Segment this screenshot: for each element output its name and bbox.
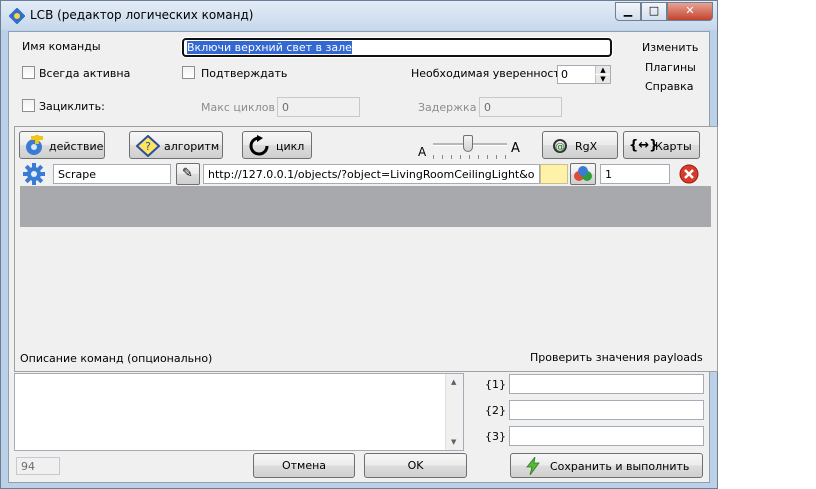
confidence-label: Необходимая уверенность — [411, 67, 567, 80]
payload-3-label: {3} — [485, 430, 506, 443]
maps-label: Карты — [655, 140, 692, 153]
svg-text:?: ? — [145, 140, 151, 153]
command-list: ✎ — [20, 162, 711, 227]
title-bar[interactable]: LCB (редактор логических команд) ▁ □ ✕ — [1, 1, 717, 30]
menu-help[interactable]: Справка — [645, 80, 693, 93]
save-and-run-label: Сохранить и выполнить — [550, 460, 690, 473]
payload-1-input[interactable] — [509, 374, 704, 394]
always-active-checkbox[interactable] — [22, 66, 35, 79]
slider-min-label: A — [418, 145, 427, 159]
description-textarea[interactable]: ▲ ▼ — [14, 373, 464, 451]
delete-icon[interactable] — [679, 164, 699, 184]
delay-input[interactable] — [479, 97, 562, 117]
command-name-label: Имя команды — [22, 40, 101, 53]
close-window-button[interactable]: ✕ — [667, 2, 713, 21]
loop-label: Зациклить: — [39, 100, 105, 113]
add-action-icon — [26, 135, 43, 155]
cancel-button[interactable]: Отмена — [253, 453, 355, 478]
menu-change[interactable]: Изменить — [642, 41, 698, 54]
algorithm-icon: ? — [136, 135, 160, 157]
app-window: LCB (редактор логических команд) ▁ □ ✕ И… — [0, 0, 718, 489]
stepper-down-icon[interactable]: ▼ — [595, 75, 610, 83]
add-algorithm-button[interactable]: ? алгоритм — [129, 131, 223, 159]
rgx-label: RgX — [575, 140, 598, 153]
pen-icon: ✎ — [182, 166, 193, 181]
scroll-down-icon[interactable]: ▼ — [451, 438, 456, 446]
maximize-icon: □ — [648, 4, 660, 17]
window-title: LCB (редактор логических команд) — [30, 8, 254, 22]
gear-icon[interactable] — [23, 163, 45, 185]
confirm-checkbox[interactable] — [182, 66, 195, 79]
yellow-field[interactable] — [540, 164, 568, 184]
slider-max-label: A — [511, 141, 520, 156]
payload-2-input[interactable] — [509, 400, 704, 420]
add-loop-label: цикл — [276, 140, 305, 153]
close-icon: ✕ — [685, 4, 695, 17]
slider-ticks — [433, 155, 507, 159]
add-loop-button[interactable]: цикл — [242, 131, 312, 159]
maximize-button[interactable]: □ — [641, 2, 667, 21]
confidence-stepper[interactable]: 0 ▲ ▼ — [557, 65, 611, 84]
description-label: Описание команд (опционально) — [20, 352, 213, 365]
command-name-input[interactable] — [181, 37, 613, 58]
maps-button[interactable]: {↔} Карты — [623, 131, 700, 159]
command-type-input[interactable] — [53, 164, 171, 184]
lightning-icon — [526, 457, 540, 475]
save-and-run-button[interactable]: Сохранить и выполнить — [510, 453, 703, 478]
confidence-value: 0 — [561, 68, 568, 81]
rgx-icon: @ — [553, 139, 567, 153]
max-cycles-input[interactable] — [277, 97, 360, 117]
loop-icon — [249, 135, 269, 156]
char-count-field — [16, 457, 60, 475]
minimize-icon: ▁ — [623, 4, 633, 17]
rgx-button[interactable]: @ RgX — [542, 131, 618, 159]
payload-2-label: {2} — [485, 404, 506, 417]
always-active-label: Всегда активна — [39, 67, 131, 80]
payload-3-input[interactable] — [509, 426, 704, 446]
minimize-button[interactable]: ▁ — [615, 2, 641, 21]
app-gear-icon — [9, 8, 25, 24]
menu-plugins[interactable]: Плагины — [645, 61, 696, 74]
slider-thumb[interactable] — [463, 135, 473, 152]
command-url-input[interactable] — [203, 164, 540, 184]
payloads-title: Проверить значения payloads — [530, 351, 703, 364]
variables-button[interactable] — [570, 163, 596, 185]
edit-command-button[interactable]: ✎ — [176, 163, 200, 185]
braces-icon: {↔} — [629, 138, 659, 153]
size-slider[interactable] — [433, 135, 507, 161]
delay-label: Задержка — [418, 101, 477, 114]
command-row[interactable]: ✎ — [20, 162, 711, 186]
max-cycles-label: Макс циклов — [201, 101, 275, 114]
command-param-input[interactable] — [600, 164, 670, 184]
dialog-body: Имя команды Изменить Плагины Справка Все… — [8, 31, 718, 483]
add-algorithm-label: алгоритм — [164, 140, 220, 153]
stepper-up-icon[interactable]: ▲ — [595, 66, 610, 74]
scroll-up-icon[interactable]: ▲ — [451, 378, 456, 386]
cancel-label: Отмена — [281, 459, 327, 472]
ok-label: OK — [407, 459, 424, 472]
blocks-icon — [574, 166, 592, 181]
add-action-label: действие — [49, 140, 104, 153]
confirm-label: Подтверждать — [201, 67, 288, 80]
ok-button[interactable]: OK — [364, 453, 467, 478]
description-scrollbar[interactable]: ▲ ▼ — [445, 374, 463, 450]
svg-text:@: @ — [555, 142, 565, 153]
add-action-button[interactable]: действие — [19, 131, 105, 159]
loop-checkbox[interactable] — [22, 99, 35, 112]
commands-panel: действие ? алгоритм цикл A A @ RgX {↔} К… — [14, 126, 718, 372]
payload-1-label: {1} — [485, 378, 506, 391]
